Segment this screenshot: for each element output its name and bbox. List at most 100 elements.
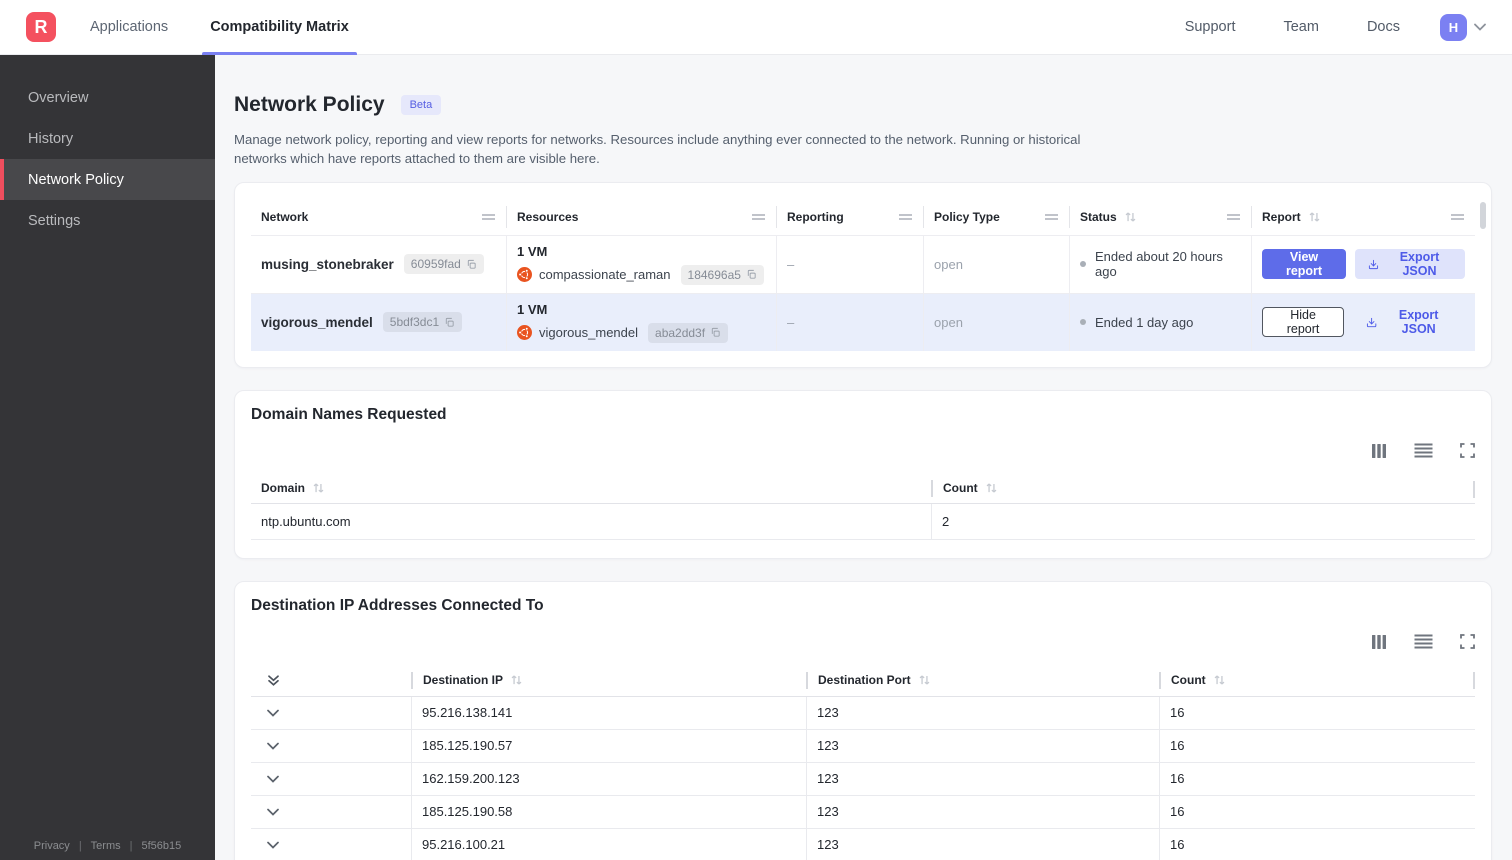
count-cell: 16 xyxy=(1159,795,1475,828)
column-header-network[interactable]: Network xyxy=(251,206,506,228)
column-label: Policy Type xyxy=(934,209,1000,224)
destination-row[interactable]: 95.216.138.141 123 16 xyxy=(251,696,1475,730)
column-header-count[interactable]: Count xyxy=(931,479,1475,497)
chevron-down-icon xyxy=(267,709,279,717)
columns-icon[interactable] xyxy=(1371,634,1387,650)
sidebar-item-history[interactable]: History xyxy=(0,118,215,159)
destination-ip-cell: 185.125.190.57 xyxy=(411,729,806,762)
column-label: Count xyxy=(943,481,978,496)
export-json-button[interactable]: Export JSON xyxy=(1355,249,1465,280)
hide-report-button[interactable]: Hide report xyxy=(1262,307,1345,338)
column-header-destination-port[interactable]: Destination Port xyxy=(806,671,1159,689)
table-scrollbar[interactable] xyxy=(1480,201,1486,229)
resource-id-copy-button[interactable]: aba2dd3f xyxy=(648,322,729,343)
destination-port-cell: 123 xyxy=(806,828,1159,860)
top-navbar: R Applications Compatibility Matrix Supp… xyxy=(0,0,1512,55)
column-header-reporting[interactable]: Reporting xyxy=(776,205,923,228)
column-label: Status xyxy=(1080,209,1117,224)
column-label: Destination Port xyxy=(818,673,911,688)
column-resize-handle-icon[interactable] xyxy=(1044,213,1059,221)
column-header-destination-ip[interactable]: Destination IP xyxy=(411,671,806,689)
destination-ip-cell: 162.159.200.123 xyxy=(411,762,806,795)
chevron-down-icon[interactable] xyxy=(1474,23,1486,31)
sidebar: Overview History Network Policy Settings… xyxy=(0,55,215,860)
columns-icon[interactable] xyxy=(1371,443,1387,459)
column-header-report[interactable]: Report xyxy=(1251,205,1475,228)
destination-row[interactable]: 162.159.200.123 123 16 xyxy=(251,762,1475,796)
terms-link[interactable]: Terms xyxy=(91,840,121,852)
destinations-toolbar xyxy=(251,634,1475,650)
avatar[interactable]: H xyxy=(1440,13,1467,41)
destination-port-cell: 123 xyxy=(806,762,1159,795)
export-json-button[interactable]: Export JSON xyxy=(1353,307,1465,337)
destination-row[interactable]: 185.125.190.58 123 16 xyxy=(251,795,1475,829)
destination-ip-cell: 95.216.138.141 xyxy=(411,696,806,729)
column-header-resources[interactable]: Resources xyxy=(506,205,776,228)
reporting-cell: – xyxy=(776,235,923,293)
network-id: 60959fad xyxy=(410,257,461,272)
destinations-table-header: Destination IP Destination Port Count xyxy=(251,665,1475,697)
network-row[interactable]: vigorous_mendel 5bdf3dc1 1 VM vigorous_m… xyxy=(251,292,1475,351)
resource-id: aba2dd3f xyxy=(655,325,706,340)
domain-row[interactable]: ntp.ubuntu.com 2 xyxy=(251,503,1475,540)
fullscreen-icon[interactable] xyxy=(1460,634,1475,650)
link-docs[interactable]: Docs xyxy=(1367,19,1400,35)
status-text: Ended about 20 hours ago xyxy=(1095,249,1223,280)
ubuntu-icon xyxy=(517,325,532,341)
column-header-status[interactable]: Status xyxy=(1069,205,1251,228)
column-resize-handle-icon[interactable] xyxy=(898,213,913,221)
rows-density-icon[interactable] xyxy=(1414,634,1433,649)
tab-compatibility-matrix[interactable]: Compatibility Matrix xyxy=(202,0,357,55)
sort-icon xyxy=(985,482,998,494)
column-header-policy-type[interactable]: Policy Type xyxy=(923,205,1069,228)
row-expand-button[interactable] xyxy=(251,697,411,729)
sidebar-item-network-policy[interactable]: Network Policy xyxy=(0,159,215,200)
networks-table-header: Network Resources Reporting Policy Type … xyxy=(251,199,1475,235)
resource-name: compassionate_raman xyxy=(539,267,671,283)
resources-cell: 1 VM compassionate_raman 184696a5 xyxy=(506,235,776,293)
network-id-copy-button[interactable]: 5bdf3dc1 xyxy=(382,312,463,333)
row-expand-button[interactable] xyxy=(251,763,411,795)
user-menu[interactable]: H xyxy=(1440,13,1486,41)
network-name: vigorous_mendel xyxy=(261,314,373,330)
export-json-label: Export JSON xyxy=(1399,250,1440,279)
row-expand-button[interactable] xyxy=(251,730,411,762)
network-row[interactable]: musing_stonebraker 60959fad 1 VM compass… xyxy=(251,234,1475,293)
sidebar-footer: Privacy | Terms | 5f56b15 xyxy=(0,840,215,852)
fullscreen-icon[interactable] xyxy=(1460,443,1475,459)
column-label: Count xyxy=(1171,673,1206,688)
row-expand-button[interactable] xyxy=(251,796,411,828)
privacy-link[interactable]: Privacy xyxy=(34,840,70,852)
double-chevron-down-icon xyxy=(268,675,279,686)
network-id-copy-button[interactable]: 60959fad xyxy=(403,254,484,275)
destination-row[interactable]: 95.216.100.21 123 16 xyxy=(251,828,1475,860)
column-resize-handle-icon[interactable] xyxy=(1450,213,1465,221)
column-header-domain[interactable]: Domain xyxy=(251,480,931,497)
brand-logo[interactable]: R xyxy=(26,12,56,42)
status-cell: Ended about 20 hours ago xyxy=(1069,235,1251,293)
sidebar-item-settings[interactable]: Settings xyxy=(0,200,215,241)
vm-count: 1 VM xyxy=(517,301,548,317)
count-cell: 16 xyxy=(1159,762,1475,795)
destination-row[interactable]: 185.125.190.57 123 16 xyxy=(251,729,1475,763)
sort-icon xyxy=(1308,211,1321,223)
sort-icon xyxy=(1213,674,1226,686)
sidebar-item-overview[interactable]: Overview xyxy=(0,77,215,118)
page-header: Network Policy Beta xyxy=(234,93,1492,117)
tab-applications[interactable]: Applications xyxy=(90,0,168,55)
domains-card: Domain Names Requested Domain Count ntp.… xyxy=(234,389,1492,559)
link-team[interactable]: Team xyxy=(1283,19,1318,35)
rows-density-icon[interactable] xyxy=(1414,443,1433,458)
footer-divider: | xyxy=(78,840,82,852)
beta-badge: Beta xyxy=(400,95,442,115)
column-resize-handle-icon[interactable] xyxy=(1226,213,1241,221)
expand-all-button[interactable] xyxy=(251,672,411,689)
resource-id-copy-button[interactable]: 184696a5 xyxy=(680,264,764,285)
column-resize-handle-icon[interactable] xyxy=(481,213,496,221)
column-header-count[interactable]: Count xyxy=(1159,671,1475,689)
column-label: Domain xyxy=(261,481,306,496)
link-support[interactable]: Support xyxy=(1185,19,1236,35)
column-resize-handle-icon[interactable] xyxy=(751,213,766,221)
view-report-button[interactable]: View report xyxy=(1262,249,1347,280)
row-expand-button[interactable] xyxy=(251,829,411,860)
